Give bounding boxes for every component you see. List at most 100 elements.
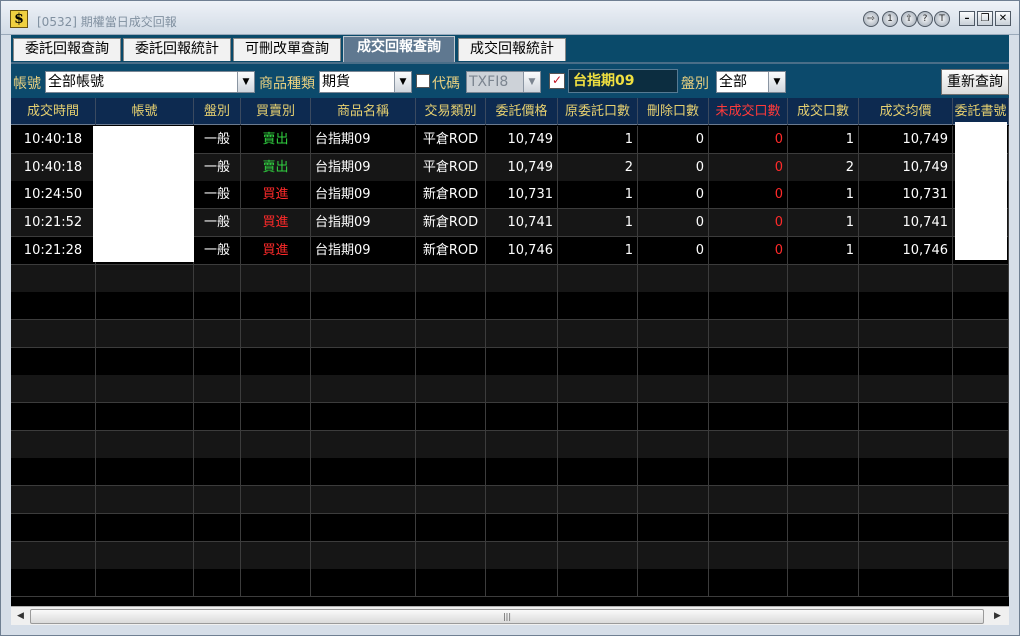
requery-button[interactable]: 重新查詢 <box>941 69 1009 95</box>
session-select[interactable]: 全部 ▼ <box>716 71 786 93</box>
cell-order-price <box>486 375 558 403</box>
cell-avg-price <box>859 430 953 458</box>
topmost-icon[interactable]: T <box>934 11 950 27</box>
cell-orig-qty <box>558 458 638 486</box>
cell-session <box>194 347 241 375</box>
cell-order-no <box>953 541 1009 569</box>
help-icon[interactable]: ? <box>917 11 933 27</box>
cell-order-no <box>953 458 1009 486</box>
table-row[interactable] <box>11 541 1009 570</box>
col-header-fill-time[interactable]: 成交時間 <box>11 98 96 125</box>
col-header-cancel-qty[interactable]: 刪除口數 <box>638 98 709 125</box>
export-icon[interactable]: ⇪ <box>901 11 917 27</box>
table-row[interactable] <box>11 569 1009 598</box>
product-name-display: 台指期09 <box>568 69 678 93</box>
scroll-left-icon[interactable]: ◀ <box>12 608 29 624</box>
table-row[interactable] <box>11 430 1009 459</box>
cell-avg-price <box>859 292 953 320</box>
account-redaction <box>93 126 194 262</box>
maximize-button[interactable]: ❐ <box>977 11 993 26</box>
tab-fill-report-query[interactable]: 成交回報查詢 <box>343 36 455 62</box>
fill-report-grid[interactable]: 成交時間 帳號 盤別 買賣別 商品名稱 交易類別 委託價格 原委託口數 刪除口數… <box>11 98 1009 606</box>
code-checkbox[interactable] <box>416 74 430 88</box>
minimize-button[interactable]: – <box>959 11 975 26</box>
tab-modifiable-orders[interactable]: 可刪改單查詢 <box>233 38 341 61</box>
cell-orig-qty: 2 <box>558 153 638 181</box>
scroll-right-icon[interactable]: ▶ <box>989 608 1006 624</box>
cell-trade-type <box>416 569 486 597</box>
tab-order-report-query[interactable]: 委託回報查詢 <box>13 38 121 61</box>
cell-orig-qty <box>558 486 638 514</box>
table-row[interactable] <box>11 403 1009 431</box>
tab-bar: 委託回報查詢 委託回報統計 可刪改單查詢 成交回報查詢 成交回報統計 <box>11 35 1009 62</box>
col-header-product[interactable]: 商品名稱 <box>311 98 416 125</box>
cell-side <box>241 403 311 430</box>
cell-fill-time <box>11 375 96 403</box>
cell-session <box>194 513 241 541</box>
cell-order-no <box>953 569 1009 597</box>
col-header-avg-price[interactable]: 成交均價 <box>859 98 953 125</box>
col-header-unfilled-qty[interactable]: 未成交口數 <box>709 98 788 125</box>
product-name-checkbox[interactable]: ✓ <box>549 73 565 89</box>
table-row[interactable] <box>11 458 1009 487</box>
close-button[interactable]: ✕ <box>995 11 1011 26</box>
cell-orig-qty <box>558 430 638 458</box>
account-select[interactable]: 全部帳號 ▼ <box>45 71 255 93</box>
cell-side: 買進 <box>241 236 311 264</box>
cell-cancel-qty <box>638 541 709 569</box>
col-header-filled-qty[interactable]: 成交口數 <box>788 98 859 125</box>
cell-account <box>96 430 194 458</box>
table-row[interactable] <box>11 292 1009 321</box>
table-row[interactable] <box>11 264 1009 293</box>
cell-trade-type <box>416 486 486 514</box>
table-row[interactable] <box>11 319 1009 348</box>
col-header-trade-type[interactable]: 交易類別 <box>416 98 486 125</box>
product-type-select[interactable]: 期貨 ▼ <box>319 71 412 93</box>
cell-product <box>311 375 416 403</box>
col-header-order-price[interactable]: 委託價格 <box>486 98 558 125</box>
col-header-session[interactable]: 盤別 <box>194 98 241 125</box>
cell-session <box>194 375 241 403</box>
horizontal-scrollbar[interactable]: ◀ ||| ▶ <box>11 606 1009 625</box>
cell-orig-qty <box>558 292 638 320</box>
cell-account <box>96 486 194 514</box>
col-header-side[interactable]: 買賣別 <box>241 98 311 125</box>
link-icon[interactable]: ⇨ <box>863 11 879 27</box>
tab-fill-report-stats[interactable]: 成交回報統計 <box>458 38 566 61</box>
cell-orig-qty <box>558 513 638 541</box>
cell-cancel-qty <box>638 264 709 292</box>
cell-account <box>96 569 194 597</box>
table-row[interactable] <box>11 375 1009 404</box>
cell-product <box>311 513 416 541</box>
col-header-order-no[interactable]: 委託書號 <box>953 98 1009 125</box>
tab-order-report-stats[interactable]: 委託回報統計 <box>123 38 231 61</box>
cell-filled-qty <box>788 430 859 458</box>
cell-unfilled-qty <box>709 458 788 486</box>
cell-avg-price <box>859 319 953 347</box>
table-row[interactable] <box>11 486 1009 515</box>
chevron-down-icon[interactable]: ▼ <box>523 72 540 92</box>
cell-orig-qty: 1 <box>558 209 638 237</box>
cell-filled-qty: 1 <box>788 209 859 237</box>
chevron-down-icon[interactable]: ▼ <box>768 72 785 92</box>
scroll-thumb[interactable]: ||| <box>30 609 984 624</box>
code-select[interactable]: TXFI8 ▼ <box>466 71 541 93</box>
cell-cancel-qty: 0 <box>638 236 709 264</box>
col-header-orig-qty[interactable]: 原委託口數 <box>558 98 638 125</box>
cell-unfilled-qty <box>709 403 788 430</box>
chevron-down-icon[interactable]: ▼ <box>394 72 411 92</box>
cell-unfilled-qty <box>709 319 788 347</box>
cell-orig-qty <box>558 375 638 403</box>
cell-cancel-qty <box>638 430 709 458</box>
chevron-down-icon[interactable]: ▼ <box>237 72 254 92</box>
table-row[interactable] <box>11 513 1009 542</box>
cell-unfilled-qty <box>709 486 788 514</box>
title-bar[interactable]: $ [0532] 期權當日成交回報 ⇨ 1 ⇪ ? T – ❐ ✕ <box>1 1 1019 35</box>
group-one-icon[interactable]: 1 <box>882 11 898 27</box>
order-no-redaction <box>955 122 1007 260</box>
table-row[interactable] <box>11 347 1009 376</box>
cell-cancel-qty <box>638 292 709 320</box>
col-header-account[interactable]: 帳號 <box>96 98 194 125</box>
cell-order-no <box>953 347 1009 375</box>
cell-avg-price: 10,749 <box>859 153 953 181</box>
